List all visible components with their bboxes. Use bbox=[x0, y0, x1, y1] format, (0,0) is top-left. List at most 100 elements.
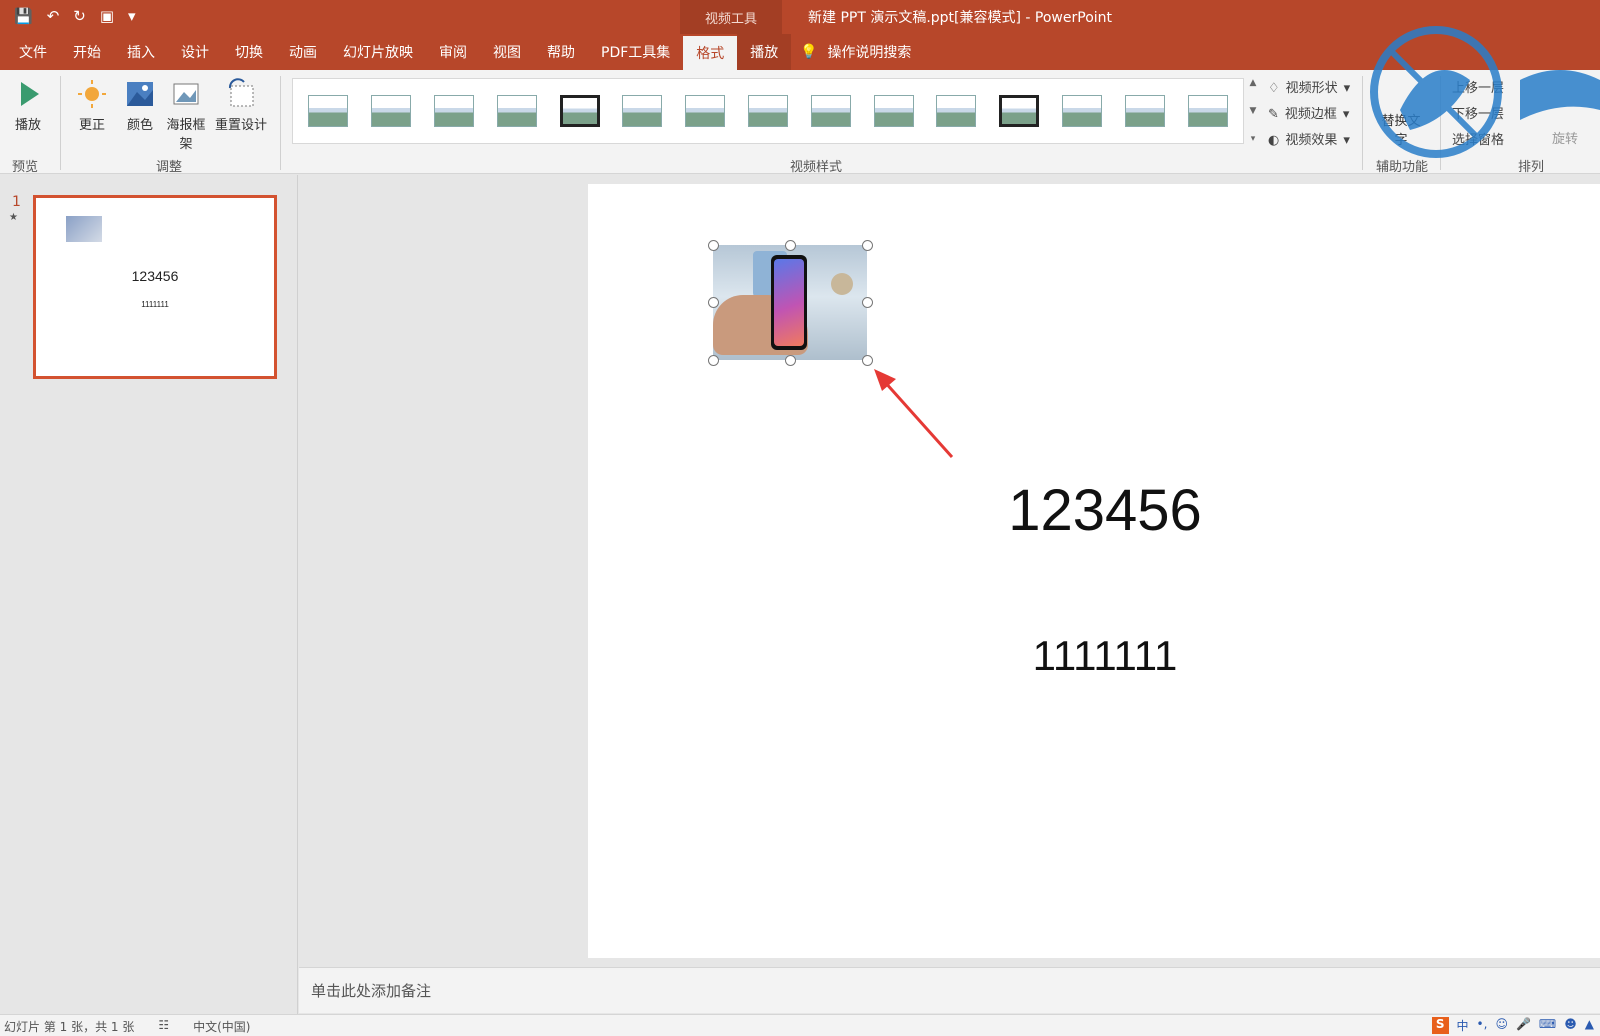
tab-insert[interactable]: 插入 bbox=[114, 34, 168, 70]
shape-icon: ♢ bbox=[1268, 81, 1280, 96]
video-style-thumb[interactable] bbox=[873, 95, 914, 127]
resize-handle-bottom-left[interactable] bbox=[708, 355, 719, 366]
video-style-thumb[interactable] bbox=[308, 95, 349, 127]
slide-info: 幻灯片 第 1 张，共 1 张 bbox=[4, 1020, 135, 1034]
video-style-thumb[interactable] bbox=[371, 95, 412, 127]
color-button[interactable]: 颜色 bbox=[118, 78, 162, 133]
punctuation-icon[interactable]: •, bbox=[1477, 1017, 1488, 1034]
watermark-logo bbox=[1370, 26, 1600, 158]
video-style-thumb[interactable] bbox=[622, 95, 663, 127]
slide-text-small[interactable]: 1111111 bbox=[1020, 632, 1190, 680]
emoji-icon[interactable]: ☺ bbox=[1495, 1017, 1508, 1034]
tab-playback[interactable]: 播放 bbox=[737, 34, 792, 70]
chevron-down-icon: ▾ bbox=[1343, 81, 1351, 96]
redo-icon[interactable]: ↻ bbox=[73, 6, 86, 26]
spellcheck-icon[interactable]: ☷ bbox=[158, 1018, 169, 1035]
video-style-thumb[interactable] bbox=[810, 95, 851, 127]
status-bar: 幻灯片 第 1 张，共 1 张 ☷ 中文(中国) S 中 •, ☺ 🎤 ⌨ ☻ … bbox=[0, 1014, 1600, 1036]
group-label-preview: 预览 bbox=[12, 160, 39, 175]
play-button[interactable]: 播放 bbox=[6, 78, 50, 133]
resize-handle-right[interactable] bbox=[862, 297, 873, 308]
video-style-thumb[interactable] bbox=[433, 95, 474, 127]
tab-slideshow[interactable]: 幻灯片放映 bbox=[330, 34, 426, 70]
video-styles-gallery bbox=[292, 78, 1244, 144]
shirt-icon[interactable]: ▲ bbox=[1585, 1017, 1594, 1034]
title-bar: 💾 ↶ ↻ ▣ ▾ 视频工具 新建 PPT 演示文稿.ppt[兼容模式] - P… bbox=[0, 0, 1600, 34]
reset-design-label: 重置设计 bbox=[214, 118, 267, 133]
chevron-down-icon: ▾ bbox=[1342, 107, 1350, 122]
slide-text-big[interactable]: 123456 bbox=[1000, 477, 1210, 544]
group-label-adjust: 调整 bbox=[156, 160, 183, 175]
video-style-thumb[interactable] bbox=[1187, 95, 1228, 127]
reset-design-icon bbox=[228, 78, 254, 107]
system-tray: S 中 •, ☺ 🎤 ⌨ ☻ ▲ bbox=[1431, 1017, 1594, 1034]
tab-animations[interactable]: 动画 bbox=[276, 34, 330, 70]
resize-handle-bottom[interactable] bbox=[785, 355, 796, 366]
video-shape-button[interactable]: ♢ 视频形状 ▾ bbox=[1268, 76, 1350, 102]
sun-icon bbox=[78, 80, 106, 108]
undo-icon[interactable]: ↶ bbox=[47, 6, 60, 26]
video-style-thumb[interactable] bbox=[1061, 95, 1102, 127]
video-style-thumb[interactable] bbox=[999, 95, 1040, 127]
reset-design-button[interactable]: 重置设计 bbox=[212, 78, 270, 133]
correct-label: 更正 bbox=[78, 118, 105, 133]
keyboard-icon[interactable]: ⌨ bbox=[1539, 1017, 1556, 1034]
tab-help[interactable]: 帮助 bbox=[534, 34, 588, 70]
resize-handle-left[interactable] bbox=[708, 297, 719, 308]
pen-icon: ✎ bbox=[1268, 107, 1279, 122]
slide-number: 1 bbox=[12, 194, 21, 210]
present-icon[interactable]: ▣ bbox=[100, 6, 114, 26]
red-arrow-annotation bbox=[874, 369, 954, 459]
video-effects-button[interactable]: ◐ 视频效果 ▾ bbox=[1268, 128, 1350, 154]
video-border-button[interactable]: ✎ 视频边框 ▾ bbox=[1268, 102, 1350, 128]
video-style-options: ♢ 视频形状 ▾ ✎ 视频边框 ▾ ◐ 视频效果 ▾ bbox=[1268, 76, 1350, 154]
group-label-video-styles: 视频样式 bbox=[790, 160, 843, 175]
lightbulb-icon: 💡 bbox=[800, 44, 818, 60]
video-style-thumb[interactable] bbox=[559, 95, 600, 127]
tab-home[interactable]: 开始 bbox=[60, 34, 114, 70]
video-style-thumb[interactable] bbox=[496, 95, 537, 127]
tab-pdf-tools[interactable]: PDF工具集 bbox=[588, 34, 683, 70]
picture-color-icon bbox=[127, 82, 153, 106]
resize-handle-top-left[interactable] bbox=[708, 240, 719, 251]
tab-format[interactable]: 格式 bbox=[683, 36, 738, 70]
poster-frame-label: 海报框架 bbox=[166, 118, 206, 152]
tab-review[interactable]: 审阅 bbox=[426, 34, 480, 70]
user-icon[interactable]: ☻ bbox=[1564, 1017, 1577, 1034]
microphone-icon[interactable]: 🎤 bbox=[1516, 1017, 1531, 1034]
group-separator bbox=[60, 76, 61, 170]
poster-frame-icon bbox=[173, 83, 199, 105]
thumb-text-small: 1111111 bbox=[141, 300, 169, 309]
quick-access-toolbar: 💾 ↶ ↻ ▣ ▾ bbox=[14, 6, 136, 26]
video-frame-phone bbox=[771, 255, 807, 350]
chevron-up-icon[interactable]: ▲ bbox=[1250, 78, 1257, 88]
slide-thumbnail[interactable]: 123456 1111111 bbox=[33, 195, 277, 379]
video-style-thumb[interactable] bbox=[936, 95, 977, 127]
document-title: 新建 PPT 演示文稿.ppt[兼容模式] - PowerPoint bbox=[808, 10, 1113, 26]
poster-frame-button[interactable]: 海报框架 bbox=[162, 78, 210, 152]
video-object[interactable] bbox=[713, 245, 867, 360]
correct-button[interactable]: 更正 bbox=[70, 78, 114, 133]
ime-mode[interactable]: 中 bbox=[1457, 1017, 1469, 1034]
video-style-thumb[interactable] bbox=[747, 95, 788, 127]
gallery-scroll[interactable]: ▲ ▼ ▾ bbox=[1246, 78, 1260, 144]
save-icon[interactable]: 💾 bbox=[14, 6, 33, 26]
notes-placeholder: 单击此处添加备注 bbox=[311, 982, 432, 1000]
customize-qat-icon[interactable]: ▾ bbox=[128, 6, 136, 26]
tell-me-label: 操作说明搜索 bbox=[827, 45, 912, 61]
tab-design[interactable]: 设计 bbox=[168, 34, 222, 70]
chevron-down-icon: ▾ bbox=[1343, 133, 1350, 148]
resize-handle-top-right[interactable] bbox=[862, 240, 873, 251]
tab-transitions[interactable]: 切换 bbox=[222, 34, 276, 70]
video-style-thumb[interactable] bbox=[685, 95, 726, 127]
chevron-down-icon[interactable]: ▼ bbox=[1250, 106, 1257, 116]
video-style-thumb[interactable] bbox=[1124, 95, 1165, 127]
notes-pane[interactable]: 单击此处添加备注 bbox=[299, 967, 1600, 1013]
language-indicator[interactable]: 中文(中国) bbox=[193, 1018, 250, 1035]
tab-file[interactable]: 文件 bbox=[6, 34, 60, 70]
tell-me-search[interactable]: 💡 操作说明搜索 bbox=[800, 42, 911, 62]
resize-handle-top[interactable] bbox=[785, 240, 796, 251]
ime-logo-icon[interactable]: S bbox=[1431, 1017, 1449, 1034]
tab-view[interactable]: 视图 bbox=[480, 34, 534, 70]
more-icon[interactable]: ▾ bbox=[1251, 134, 1256, 144]
